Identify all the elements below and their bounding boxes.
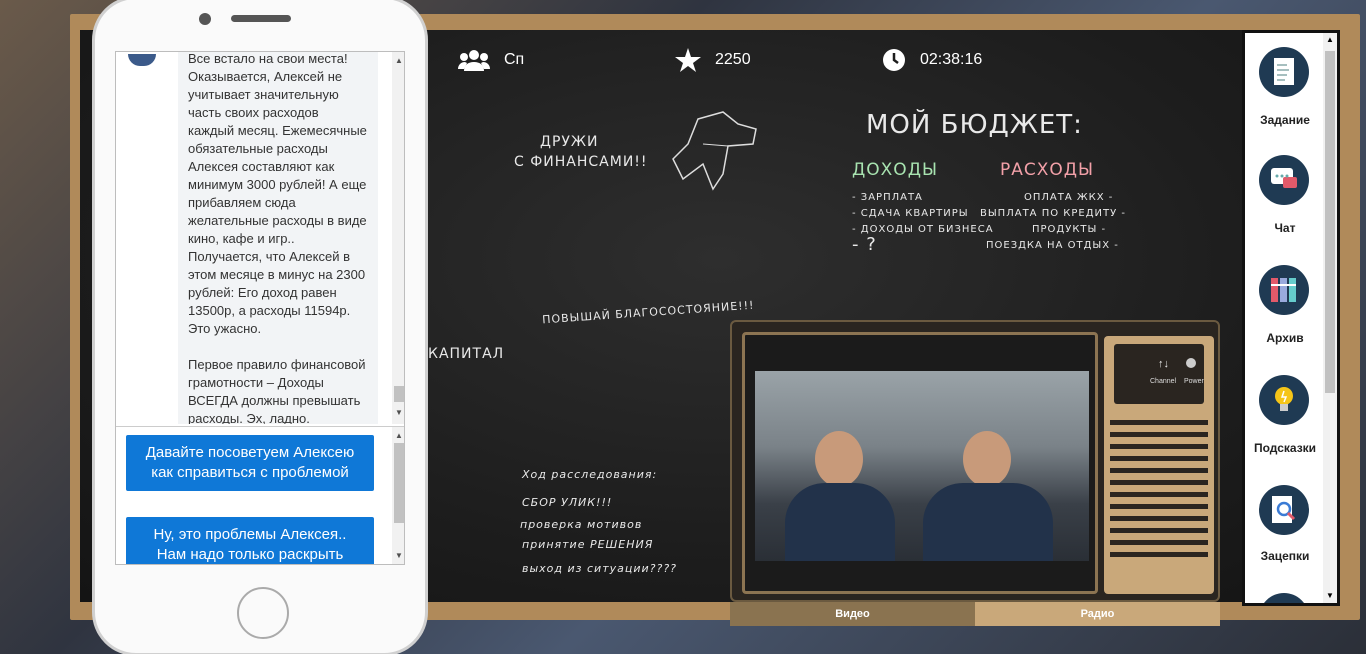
video-player[interactable] [755,371,1089,561]
chalk-friends-line1: ДРУЖИ [540,134,599,150]
sidebar: Задание Чат Архив Подсказки Зацепки ▲ ▼ [1242,30,1340,606]
chalk-expense-item: ПРОДУКТЫ - [1032,224,1107,235]
chalk-friends-line2: С ФИНАНСАМИ!! [514,154,648,170]
tv-grille [1110,444,1208,449]
tv-grille [1110,456,1208,461]
team-name: Сп [504,51,525,68]
score-indicator: 2250 [675,44,751,76]
chalk-income-header: ДОХОДЫ [852,160,938,180]
sidebar-item-label: Архив [1266,331,1304,345]
sidebar-item-archive[interactable]: Архив [1245,265,1325,365]
sidebar-scrollbar[interactable]: ▲ ▼ [1323,33,1337,603]
chalk-expense-item: ВЫПЛАТА ПО КРЕДИТУ - [980,208,1126,219]
scroll-up-arrow-icon[interactable]: ▲ [392,429,404,443]
answers-scroll-thumb[interactable] [394,443,404,523]
chat-scroll-thumb[interactable] [394,386,404,402]
chalk-income-item: - ЗАРПЛАТА [852,192,923,203]
home-button[interactable] [237,587,289,639]
task-document-icon [1259,47,1309,97]
archive-binders-icon [1259,265,1309,315]
chalk-investigation-step: СБОР УЛИК!!! [522,496,613,509]
score-value: 2250 [715,51,751,68]
tab-radio[interactable]: Радио [975,602,1220,626]
sidebar-item-chat[interactable]: Чат [1245,155,1325,255]
video-person-right [923,431,1053,561]
sidebar-item-hints[interactable]: Подсказки [1245,375,1325,475]
next-item-icon [1259,593,1309,603]
phone-frame: Все встало на свои места! Оказывается, А… [92,0,428,654]
lightbulb-icon [1259,375,1309,425]
chat-messages[interactable]: Все встало на свои места! Оказывается, А… [116,52,404,424]
chat-message: Все встало на свои места! Оказывается, А… [178,52,378,424]
timer-value: 02:38:16 [920,51,983,68]
tab-video[interactable]: Видео [730,602,975,626]
team-icon [458,49,490,71]
tv-grille [1110,432,1208,437]
power-knob-icon[interactable] [1186,358,1196,368]
tv-screen [742,332,1098,594]
timer-indicator: 02:38:16 [882,44,982,76]
tv-grille [1110,420,1208,425]
tv-grille [1110,504,1208,509]
star-icon [675,48,701,72]
chalk-income-item: - ? [852,234,877,255]
tv-grille [1110,552,1208,557]
chalk-investigation-step: принятие РЕШЕНИЯ [522,538,654,551]
video-person-left [785,431,895,561]
chat-scrollbar[interactable]: ▲ ▼ [392,52,404,424]
chalk-dog-drawing [668,104,768,199]
tv-set: ↑↓ Channel Power [730,320,1220,602]
chalk-investigation-title: Ход расследования: [522,468,658,481]
scroll-up-arrow-icon[interactable]: ▲ [1323,33,1337,47]
speaker-icon [231,15,291,22]
scroll-up-arrow-icon[interactable]: ▲ [392,54,404,68]
tv-grille [1110,480,1208,485]
avatar [128,54,156,66]
sidebar-item-label: Задание [1260,113,1310,127]
channel-label: Channel [1150,378,1177,385]
sidebar-item-label: Подсказки [1253,441,1317,455]
scroll-down-arrow-icon[interactable]: ▼ [392,549,404,563]
clock-icon [882,48,906,72]
tv-grille [1110,516,1208,521]
chalk-capital: КАПИТАЛ [428,346,505,362]
phone-screen: Все встало на свои места! Оказывается, А… [115,51,405,565]
tv-control-panel: ↑↓ Channel Power [1104,336,1214,594]
chalk-investigation-step: выход из ситуации???? [522,562,677,575]
channel-arrows-icon[interactable]: ↑↓ [1158,358,1169,370]
scroll-down-arrow-icon[interactable]: ▼ [392,406,404,420]
sidebar-item-label: Зацепки [1260,549,1310,563]
power-label: Power [1184,378,1204,385]
chat-bubbles-icon [1259,155,1309,205]
sidebar-item-task[interactable]: Задание [1245,45,1325,145]
answer-button[interactable]: Давайте посоветуем Алексею как справитьс… [126,435,374,491]
sidebar-scroll-thumb[interactable] [1325,51,1335,393]
tv-knobs: ↑↓ Channel Power [1114,344,1204,404]
chalk-expense-item: ПОЕЗДКА НА ОТДЫХ - [986,240,1119,251]
team-indicator: Сп [458,44,524,76]
scroll-down-arrow-icon[interactable]: ▼ [1323,589,1337,603]
chalk-income-item: - СДАЧА КВАРТИРЫ [852,208,969,219]
tv-grille [1110,468,1208,473]
tv-grille [1110,540,1208,545]
sidebar-item-label: Чат [1274,221,1296,235]
chalk-expense-item: ОПЛАТА ЖКХ - [1024,192,1114,203]
camera-icon [199,13,211,25]
tv-grille [1110,528,1208,533]
magnifier-document-icon [1259,485,1309,535]
chalk-investigation-step: проверка мотивов [520,518,643,531]
tv-tabs: Видео Радио [730,602,1220,626]
tv-grille [1110,492,1208,497]
sidebar-item-clues[interactable]: Зацепки [1245,485,1325,585]
chalk-expenses-header: РАСХОДЫ [1000,160,1095,180]
answer-options: Давайте посоветуем Алексею как справитьс… [116,426,404,564]
answers-scrollbar[interactable]: ▲ ▼ [392,427,404,564]
chalk-budget-title: МОЙ БЮДЖЕТ: [866,110,1083,140]
answer-button[interactable]: Ну, это проблемы Алексея.. Нам надо толь… [126,517,374,564]
